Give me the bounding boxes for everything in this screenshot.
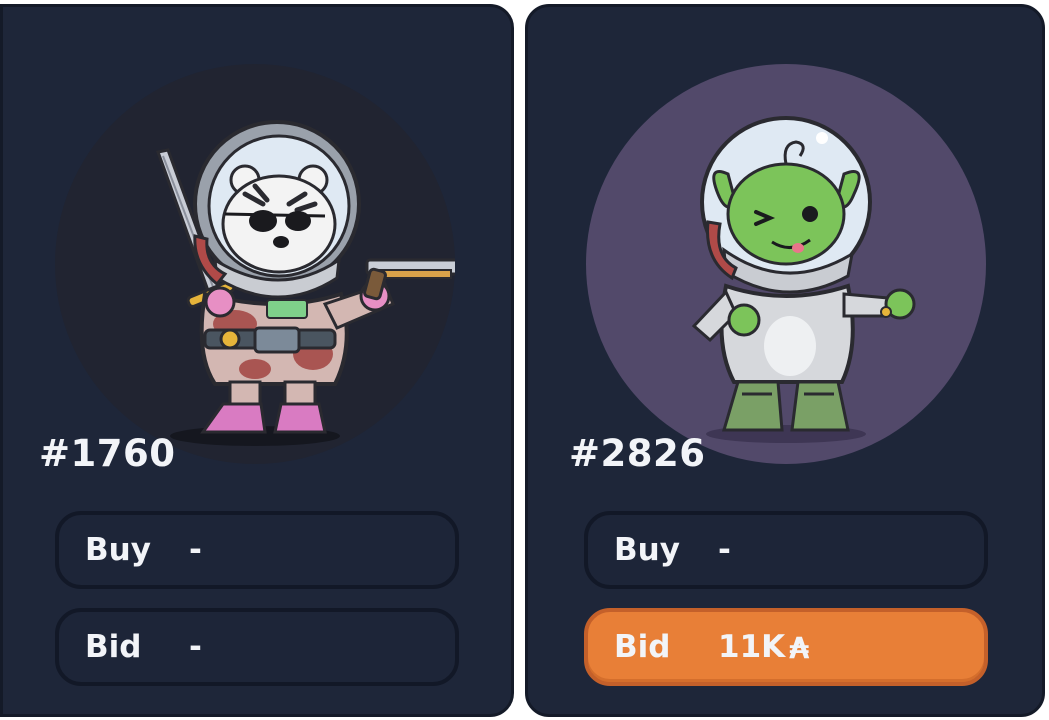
buy-button[interactable]: Buy - xyxy=(55,511,459,589)
nft-card-1760[interactable]: #1760 Buy - Bid - xyxy=(0,4,514,717)
algo-currency-icon: ₳ xyxy=(789,631,810,665)
token-id: #2826 xyxy=(569,432,706,475)
bid-button-active[interactable]: Bid 11K ₳ xyxy=(584,608,988,686)
token-id: #1760 xyxy=(39,432,176,475)
pistol-icon xyxy=(363,258,455,301)
bid-amount: 11K xyxy=(718,629,786,665)
buy-label: Buy xyxy=(614,532,680,568)
bid-button[interactable]: Bid - xyxy=(55,608,459,686)
bid-price: - xyxy=(189,629,202,665)
tiger-astronaut-illustration xyxy=(155,120,455,446)
buy-price: - xyxy=(718,532,731,568)
buy-button[interactable]: Buy - xyxy=(584,511,988,589)
buy-label: Buy xyxy=(85,532,151,568)
bid-label: Bid xyxy=(85,629,142,665)
bid-price: 11K ₳ xyxy=(718,629,809,665)
nft-artwork-tiger-astronaut[interactable] xyxy=(55,64,455,464)
alien-astronaut-illustration xyxy=(691,116,916,443)
bid-label: Bid xyxy=(614,629,671,665)
nft-card-2826[interactable]: #2826 Buy - Bid 11K ₳ xyxy=(525,4,1045,717)
buy-price: - xyxy=(189,532,202,568)
nft-artwork-alien-astronaut[interactable] xyxy=(586,64,986,464)
